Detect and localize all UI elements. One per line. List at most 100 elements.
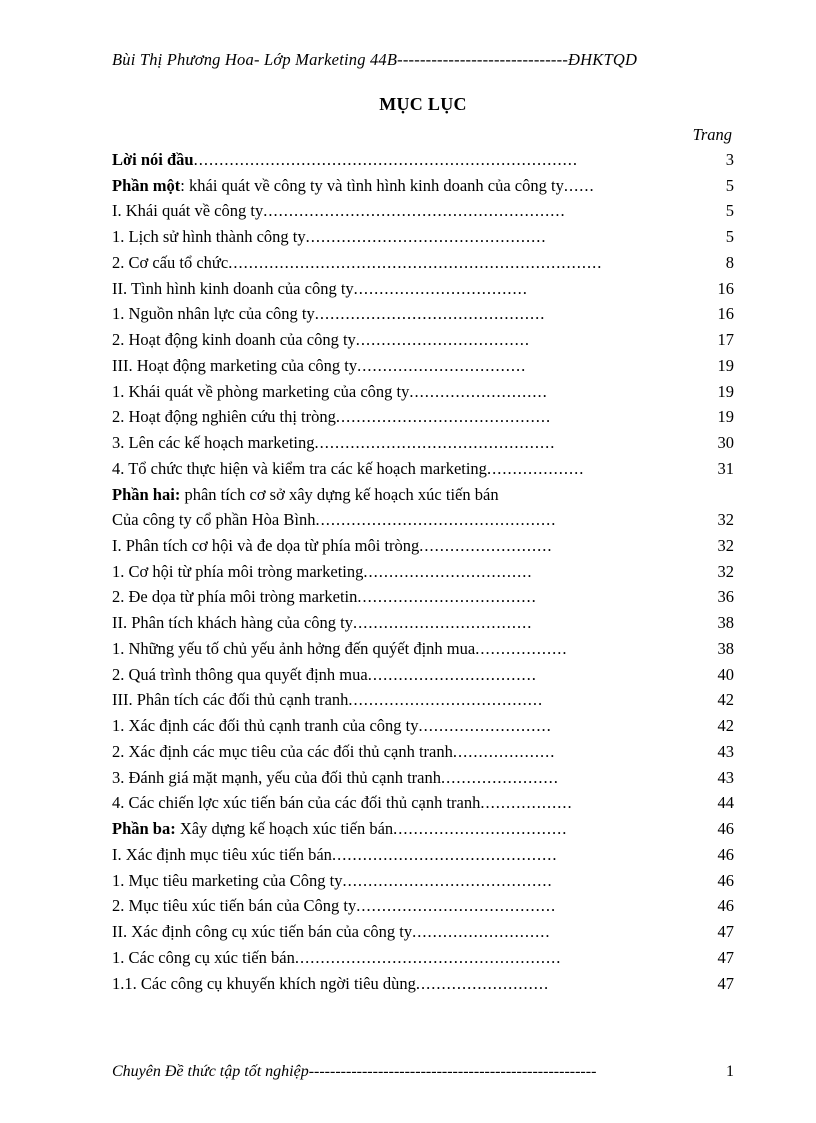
toc-row: 2. Quá trình thông qua quyết định mua...… xyxy=(112,662,734,688)
toc-leader-dots: .......................... xyxy=(419,533,552,559)
toc-leader-dots: ................................. xyxy=(357,353,526,379)
toc-page-number: 42 xyxy=(686,687,734,713)
toc-entry-text: 3. Lên các kế hoạch marketing xyxy=(112,433,315,452)
toc-entry-label: 1. Những yếu tố chủ yếu ảnh hởng đến quý… xyxy=(112,636,475,662)
toc-row: I. Phân tích cơ hội và đe dọa từ phía mô… xyxy=(112,533,734,559)
toc-page-number: 32 xyxy=(686,533,734,559)
toc-leader-dots: ................................. xyxy=(363,559,532,585)
toc-entry-text: : khái quát về công ty và tình hình kinh… xyxy=(180,176,564,195)
toc-entry-text: I. Phân tích cơ hội và đe dọa từ phía mô… xyxy=(112,536,419,555)
toc-leader-dots: ................................... xyxy=(353,610,532,636)
toc-row: 2. Cơ cấu tổ chức.......................… xyxy=(112,250,734,276)
toc-entry-label: I. Phân tích cơ hội và đe dọa từ phía mô… xyxy=(112,533,419,559)
toc-entry-bold: Lời nói đầu xyxy=(112,150,194,169)
toc-entry-label: II. Tình hình kinh doanh của công ty xyxy=(112,276,354,302)
toc-page-number: 8 xyxy=(686,250,734,276)
toc-entry-label: 3. Đánh giá mặt mạnh, yếu của đối thủ cạ… xyxy=(112,765,441,791)
toc-entry-text: 1.1. Các công cụ khuyến khích ngời tiêu … xyxy=(112,974,416,993)
toc-leader-dots: ....................................... xyxy=(356,893,556,919)
toc-page-number: 46 xyxy=(686,842,734,868)
toc-row: II. Xác định công cụ xúc tiến bán của cô… xyxy=(112,919,734,945)
toc-entry-label: 1. Lịch sử hình thành công ty xyxy=(112,224,306,250)
toc-leader-dots: .................................. xyxy=(393,816,567,842)
page-footer: Chuyên Đề thức tập tốt nghiệp-----------… xyxy=(112,1063,734,1081)
toc-entry-text: 1. Lịch sử hình thành công ty xyxy=(112,227,306,246)
toc-row: 2. Xác định các mục tiêu của các đối thủ… xyxy=(112,739,734,765)
toc-entry-text: 1. Những yếu tố chủ yếu ảnh hởng đến quý… xyxy=(112,639,475,658)
toc-entry-bold: Phần một xyxy=(112,176,180,195)
toc-entry-text: 2. Hoạt động nghiên cứu thị tròng xyxy=(112,407,336,426)
toc-entry-text: 2. Mục tiêu xúc tiến bán của Công ty xyxy=(112,896,356,915)
toc-row: 3. Lên các kế hoạch marketing...........… xyxy=(112,430,734,456)
toc-row: III. Hoạt động marketing của công ty....… xyxy=(112,353,734,379)
toc-entry-label: 1.1. Các công cụ khuyến khích ngời tiêu … xyxy=(112,971,416,997)
toc-entry-label: 4. Tổ chức thực hiện và kiểm tra các kế … xyxy=(112,456,487,482)
header-right: ĐHKTQD xyxy=(568,50,637,69)
toc-entry-label: II. Xác định công cụ xúc tiến bán của cô… xyxy=(112,919,412,945)
toc-entry-label: Phần hai: phân tích cơ sở xây dựng kế ho… xyxy=(112,482,499,508)
toc-entry-label: Lời nói đầu xyxy=(112,147,194,173)
toc-leader-dots: .................................. xyxy=(354,276,528,302)
toc-row: II. Tình hình kinh doanh của công ty ...… xyxy=(112,276,734,302)
toc-row: I. Khái quát về công ty.................… xyxy=(112,198,734,224)
toc-leader-dots: ........................................… xyxy=(336,404,551,430)
page-header: Bùi Thị Phương Hoa- Lớp Marketing 44B---… xyxy=(112,50,734,70)
toc-entry-text: 1. Cơ hội từ phía môi tròng marketing xyxy=(112,562,363,581)
footer-text: Chuyên Đề thức tập tốt nghiệp xyxy=(112,1063,309,1081)
toc-page-number: 32 xyxy=(686,507,734,533)
toc-page-number: 38 xyxy=(686,610,734,636)
toc-entry-text: 4. Các chiến lợc xúc tiến bán của các đố… xyxy=(112,793,480,812)
toc-page-number: 5 xyxy=(686,173,734,199)
toc-entry-bold: Phần ba: xyxy=(112,819,176,838)
toc-leader-dots: ........................................… xyxy=(295,945,562,971)
toc-entry-text: 1. Các công cụ xúc tiến bán xyxy=(112,948,295,967)
toc-page-number: 38 xyxy=(686,636,734,662)
toc-page-number: 19 xyxy=(686,353,734,379)
toc-entry-text: II. Xác định công cụ xúc tiến bán của cô… xyxy=(112,922,412,941)
toc-leader-dots: ................................... xyxy=(357,584,536,610)
toc-entry-label: I. Xác định mục tiêu xúc tiến bán xyxy=(112,842,332,868)
toc-page-number: 47 xyxy=(686,919,734,945)
toc-row: 1. Mục tiêu marketing của Công ty.......… xyxy=(112,868,734,894)
toc-row: 2. Đe dọa từ phía môi tròng marketin....… xyxy=(112,584,734,610)
toc-entry-label: 1. Xác định các đối thủ cạnh tranh của c… xyxy=(112,713,419,739)
toc-entry-text: II. Phân tích khách hàng của công ty xyxy=(112,613,353,632)
toc-page-number: 17 xyxy=(686,327,734,353)
toc-row: 1. Xác định các đối thủ cạnh tranh của c… xyxy=(112,713,734,739)
toc-page-number: 5 xyxy=(686,224,734,250)
toc-entry-text: 1. Mục tiêu marketing của Công ty xyxy=(112,871,343,890)
toc-page-number: 42 xyxy=(686,713,734,739)
toc-leader-dots: ........................................… xyxy=(228,250,602,276)
table-of-contents: Lời nói đầu.............................… xyxy=(112,147,734,996)
toc-entry-label: Phần một: khái quát về công ty và tình h… xyxy=(112,173,564,199)
toc-page-number: 44 xyxy=(686,790,734,816)
toc-entry-text: 2. Hoạt động kinh doanh của công ty xyxy=(112,330,356,349)
toc-leader-dots: ................................. xyxy=(368,662,537,688)
toc-page-number: 32 xyxy=(686,559,734,585)
toc-row: 1. Cơ hội từ phía môi tròng marketing...… xyxy=(112,559,734,585)
toc-row: 2. Mục tiêu xúc tiến bán của Công ty....… xyxy=(112,893,734,919)
toc-page-number: 46 xyxy=(686,893,734,919)
toc-row: 1. Nguồn nhân lực của công ty...........… xyxy=(112,301,734,327)
toc-entry-label: 1. Nguồn nhân lực của công ty xyxy=(112,301,315,327)
toc-page-number: 47 xyxy=(686,945,734,971)
toc-entry-label: 4. Các chiến lợc xúc tiến bán của các đố… xyxy=(112,790,480,816)
toc-page-number: 16 xyxy=(686,276,734,302)
toc-page-number: 31 xyxy=(686,456,734,482)
toc-leader-dots: ........................................… xyxy=(315,430,556,456)
toc-entry-label: 1. Các công cụ xúc tiến bán xyxy=(112,945,295,971)
toc-leader-dots: .................... xyxy=(453,739,556,765)
footer-page-number: 1 xyxy=(706,1063,734,1081)
toc-row: 1.1. Các công cụ khuyến khích ngời tiêu … xyxy=(112,971,734,997)
toc-entry-text: 2. Xác định các mục tiêu của các đối thủ… xyxy=(112,742,453,761)
toc-entry-label: 2. Hoạt động kinh doanh của công ty xyxy=(112,327,356,353)
toc-entry-bold: Phần hai: xyxy=(112,485,180,504)
toc-entry-label: 2. Mục tiêu xúc tiến bán của Công ty xyxy=(112,893,356,919)
toc-title: MỤC LỤC xyxy=(112,94,734,115)
header-dashes: ------------------------------ xyxy=(397,50,568,69)
toc-row: 2. Hoạt động nghiên cứu thị tròng.......… xyxy=(112,404,734,430)
page-label: Trang xyxy=(112,125,734,145)
toc-entry-label: Phần ba: Xây dựng kế hoạch xúc tiến bán xyxy=(112,816,393,842)
toc-row: III. Phân tích các đối thủ cạnh tranh...… xyxy=(112,687,734,713)
toc-row: 1. Lịch sử hình thành công ty...........… xyxy=(112,224,734,250)
